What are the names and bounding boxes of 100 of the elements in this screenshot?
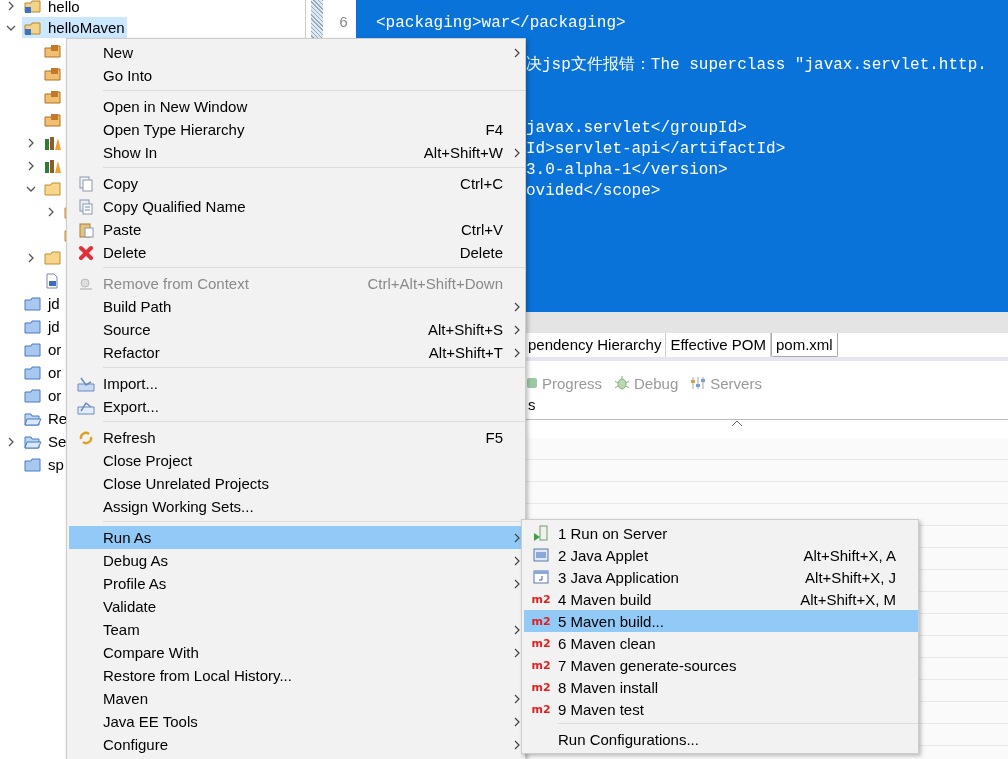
menu-item[interactable]: Configure bbox=[69, 733, 525, 756]
maven-icon: m2 bbox=[531, 636, 551, 650]
section-label: s bbox=[528, 396, 536, 413]
maven-icon: m2 bbox=[531, 702, 551, 716]
menu-item[interactable]: Refactor Alt+Shift+T bbox=[69, 341, 525, 364]
shortcut-label: Alt+Shift+W bbox=[423, 144, 504, 161]
tree-item[interactable]: or bbox=[22, 362, 64, 383]
books-icon bbox=[44, 157, 62, 174]
maven-icon: m2 bbox=[531, 592, 551, 606]
tree-item[interactable]: sp bbox=[22, 454, 66, 475]
menu-item[interactable]: Debug As bbox=[69, 549, 525, 572]
menu-item[interactable]: 2 Java Applet Alt+Shift+X, A bbox=[524, 544, 918, 566]
chevron-up-icon[interactable] bbox=[731, 420, 743, 427]
package-folder-icon bbox=[44, 65, 62, 82]
menu-item[interactable]: Validate bbox=[69, 595, 525, 618]
folder-icon bbox=[24, 387, 42, 404]
folder-icon bbox=[44, 249, 62, 266]
package-folder-icon bbox=[44, 88, 62, 105]
shortcut-label: F5 bbox=[485, 429, 504, 446]
code-line: javax.servlet</groupId> bbox=[526, 119, 747, 137]
file-icon bbox=[44, 272, 60, 289]
shortcut-label: Ctrl+V bbox=[460, 221, 504, 238]
servers-icon bbox=[690, 375, 707, 391]
code-line: ovided</scope> bbox=[526, 182, 661, 200]
project-folder-icon bbox=[24, 19, 42, 36]
menu-item[interactable]: Assign Working Sets... bbox=[69, 495, 525, 518]
window-icon bbox=[533, 569, 549, 585]
menu-item[interactable]: Close Unrelated Projects bbox=[69, 472, 525, 495]
chevron-right-icon[interactable] bbox=[26, 160, 36, 171]
open-folder-icon bbox=[24, 410, 42, 427]
folder-icon bbox=[44, 180, 62, 197]
project-folder-icon bbox=[24, 0, 42, 14]
menu-item[interactable]: m2 9 Maven test bbox=[524, 698, 918, 720]
menu-item[interactable]: m2 5 Maven build... bbox=[524, 610, 918, 632]
menu-item[interactable]: 1 Run on Server bbox=[524, 522, 918, 544]
tree-item[interactable]: jd bbox=[22, 316, 62, 337]
maven-icon: m2 bbox=[531, 614, 551, 628]
copy-icon bbox=[78, 175, 94, 192]
shortcut-label: Alt+Shift+S bbox=[427, 321, 504, 338]
menu-item[interactable]: Import... bbox=[69, 372, 525, 395]
menu-item[interactable]: Export... bbox=[69, 395, 525, 418]
menu-item[interactable]: Team bbox=[69, 618, 525, 641]
bug-icon bbox=[614, 375, 631, 391]
maven-icon: m2 bbox=[531, 658, 551, 672]
shortcut-label: Alt+Shift+X, J bbox=[805, 568, 897, 586]
folder-icon bbox=[24, 341, 42, 358]
progress-icon bbox=[526, 376, 538, 390]
code-line: <packaging>war</packaging> bbox=[376, 14, 626, 32]
menu-item[interactable]: Close Project bbox=[69, 449, 525, 472]
editor-tab[interactable]: pom.xml bbox=[771, 333, 838, 357]
menu-item[interactable]: Refresh F5 bbox=[69, 426, 525, 449]
paste-icon bbox=[78, 221, 94, 238]
tree-item[interactable]: or bbox=[22, 385, 64, 406]
menu-item[interactable]: Java EE Tools bbox=[69, 710, 525, 733]
tree-item[interactable]: Re bbox=[22, 408, 70, 429]
line-number: 6 bbox=[339, 15, 348, 32]
menu-item[interactable]: 3 Java Application Alt+Shift+X, J bbox=[524, 566, 918, 588]
chevron-right-icon[interactable] bbox=[6, 1, 16, 11]
menu-item[interactable]: Source Alt+Shift+S bbox=[69, 318, 525, 341]
shortcut-label: Ctrl+Alt+Shift+Down bbox=[367, 275, 504, 292]
menu-item[interactable]: m2 8 Maven install bbox=[524, 676, 918, 698]
tree-item[interactable]: jd bbox=[22, 293, 62, 314]
menu-item[interactable]: Profile As bbox=[69, 572, 525, 595]
server-icon bbox=[533, 525, 549, 541]
shortcut-label: Delete bbox=[459, 244, 504, 261]
tree-item[interactable]: Se bbox=[22, 431, 69, 452]
menu-item[interactable]: m2 7 Maven generate-sources bbox=[524, 654, 918, 676]
folder-icon bbox=[24, 456, 42, 473]
shortcut-label: F4 bbox=[485, 121, 504, 138]
delete-icon bbox=[78, 244, 94, 261]
chevron-right-icon[interactable] bbox=[26, 252, 36, 263]
code-line: 决jsp文件报错：The superclass "javax.servlet.http. bbox=[526, 56, 987, 74]
folder-icon bbox=[24, 318, 42, 335]
chevron-right-icon[interactable] bbox=[46, 206, 56, 217]
chevron-right-icon[interactable] bbox=[26, 137, 36, 148]
menu-item[interactable]: Maven bbox=[69, 687, 525, 710]
package-folder-icon bbox=[44, 42, 62, 59]
menu-item[interactable]: Compare With bbox=[69, 641, 525, 664]
tree-item[interactable]: helloMaven bbox=[22, 17, 127, 38]
folder-icon bbox=[24, 295, 42, 312]
chevron-right-icon[interactable] bbox=[6, 436, 16, 447]
package-folder-icon bbox=[44, 111, 62, 128]
copy-icon bbox=[78, 198, 94, 215]
shortcut-label: Ctrl+C bbox=[460, 175, 504, 192]
menu-item[interactable]: Restore from Local History... bbox=[69, 664, 525, 687]
tree-item[interactable]: or bbox=[22, 339, 64, 360]
shortcut-label: Alt+Shift+X, M bbox=[800, 590, 897, 608]
shortcut-label: Alt+Shift+X, A bbox=[803, 546, 897, 564]
open-folder-icon bbox=[24, 433, 42, 450]
folder-icon bbox=[24, 364, 42, 381]
menu-item[interactable]: m2 4 Maven build Alt+Shift+X, M bbox=[524, 588, 918, 610]
menu-item[interactable]: Run Configurations... bbox=[524, 728, 918, 750]
shortcut-label: Alt+Shift+T bbox=[428, 344, 504, 361]
code-line: Id>servlet-api</artifactId> bbox=[526, 140, 786, 158]
menu-item[interactable]: m2 6 Maven clean bbox=[524, 632, 918, 654]
books-icon bbox=[44, 134, 62, 151]
code-line: 3.0-alpha-1</version> bbox=[526, 161, 728, 179]
remove-icon bbox=[78, 275, 94, 292]
tree-item[interactable]: hello bbox=[22, 0, 82, 17]
import-icon bbox=[77, 375, 95, 392]
